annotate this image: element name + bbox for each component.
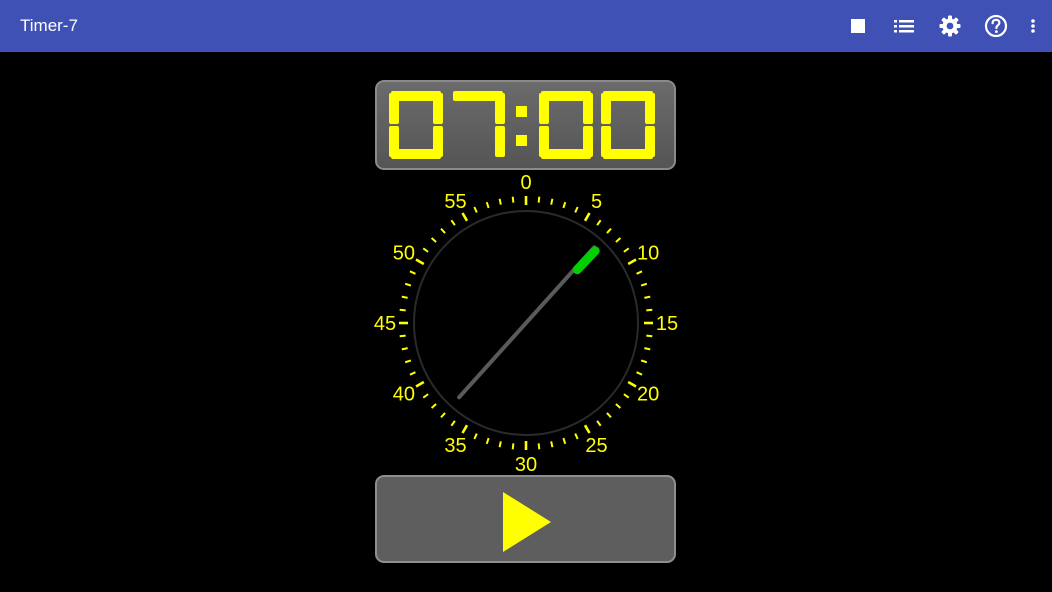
play-icon: [503, 492, 551, 552]
dial-label: 55: [444, 191, 466, 213]
dial-label: 35: [444, 435, 466, 457]
time-display: [375, 80, 676, 170]
digit: [453, 91, 505, 157]
digit: [539, 91, 593, 159]
dial-label: 15: [656, 313, 678, 335]
colon-separator: [516, 106, 527, 146]
digit: [601, 91, 655, 159]
play-button[interactable]: [375, 475, 676, 563]
digit: [389, 91, 443, 159]
app-title: Timer-7: [20, 16, 78, 35]
more-vert-icon[interactable]: [1021, 13, 1045, 39]
stop-icon[interactable]: [845, 13, 871, 39]
time-display-digits: [389, 91, 655, 159]
timer-dial[interactable]: 0 5 10 15 20 25 30 35 40 45 50 55: [366, 166, 686, 476]
dial-label: 25: [585, 435, 607, 457]
dial-label: 50: [393, 243, 415, 265]
dial-label: 30: [515, 454, 537, 476]
dial-label: 20: [637, 384, 659, 406]
settings-icon[interactable]: [937, 13, 963, 39]
dial-label: 0: [520, 172, 531, 194]
dial-label: 5: [591, 191, 602, 213]
app-bar: Timer-7: [0, 0, 1052, 52]
list-icon[interactable]: [891, 13, 917, 39]
dial-label: 40: [393, 384, 415, 406]
dial-label: 10: [637, 243, 659, 265]
dial-label: 45: [374, 313, 396, 335]
help-icon[interactable]: [983, 13, 1009, 39]
